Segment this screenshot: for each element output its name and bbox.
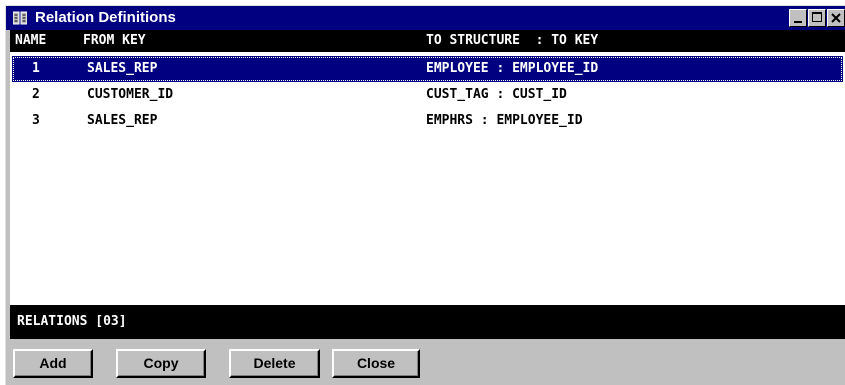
row-name: 1 bbox=[32, 61, 40, 76]
close-window-button[interactable] bbox=[827, 9, 845, 27]
close-icon bbox=[831, 13, 841, 23]
row-name: 2 bbox=[32, 87, 40, 102]
add-button[interactable]: Add bbox=[13, 349, 93, 378]
title-bar[interactable]: Relation Definitions bbox=[6, 6, 845, 30]
table-row[interactable]: 3 SALES_REP EMPHRS : EMPLOYEE_ID bbox=[12, 108, 843, 134]
minimize-icon bbox=[794, 21, 802, 23]
row-to: CUST_TAG : CUST_ID bbox=[426, 87, 567, 102]
book-icon bbox=[13, 11, 27, 25]
row-to: EMPHRS : EMPLOYEE_ID bbox=[426, 113, 583, 128]
maximize-icon bbox=[812, 12, 822, 22]
row-name: 3 bbox=[32, 113, 40, 128]
window-controls bbox=[788, 9, 845, 27]
window-title: Relation Definitions bbox=[35, 9, 176, 26]
relations-panel: NAME FROM KEY TO STRUCTURE : TO KEY 1 SA… bbox=[10, 30, 845, 339]
delete-button[interactable]: Delete bbox=[229, 349, 320, 378]
copy-button[interactable]: Copy bbox=[116, 349, 206, 378]
header-to-structure-key: TO STRUCTURE : TO KEY bbox=[426, 33, 599, 48]
maximize-button[interactable] bbox=[808, 9, 826, 27]
row-to: EMPLOYEE : EMPLOYEE_ID bbox=[426, 61, 599, 76]
header-name: NAME bbox=[15, 33, 47, 48]
status-bar: RELATIONS [03] bbox=[10, 305, 845, 339]
relations-list[interactable]: 1 SALES_REP EMPLOYEE : EMPLOYEE_ID 2 CUS… bbox=[10, 52, 845, 305]
row-from-key: SALES_REP bbox=[87, 113, 158, 128]
button-bar: Add Copy Delete Close bbox=[6, 339, 845, 385]
row-from-key: CUSTOMER_ID bbox=[87, 87, 174, 102]
relation-definitions-window: Relation Definitions NAME FROM KEY TO ST… bbox=[5, 5, 845, 385]
minimize-button[interactable] bbox=[789, 9, 807, 27]
relations-count: RELATIONS [03] bbox=[17, 314, 127, 329]
column-header: NAME FROM KEY TO STRUCTURE : TO KEY bbox=[10, 30, 845, 52]
row-from-key: SALES_REP bbox=[87, 61, 158, 76]
table-row[interactable]: 2 CUSTOMER_ID CUST_TAG : CUST_ID bbox=[12, 82, 843, 108]
table-row[interactable]: 1 SALES_REP EMPLOYEE : EMPLOYEE_ID bbox=[12, 56, 843, 82]
close-button[interactable]: Close bbox=[332, 349, 420, 378]
header-from-key: FROM KEY bbox=[83, 33, 146, 48]
